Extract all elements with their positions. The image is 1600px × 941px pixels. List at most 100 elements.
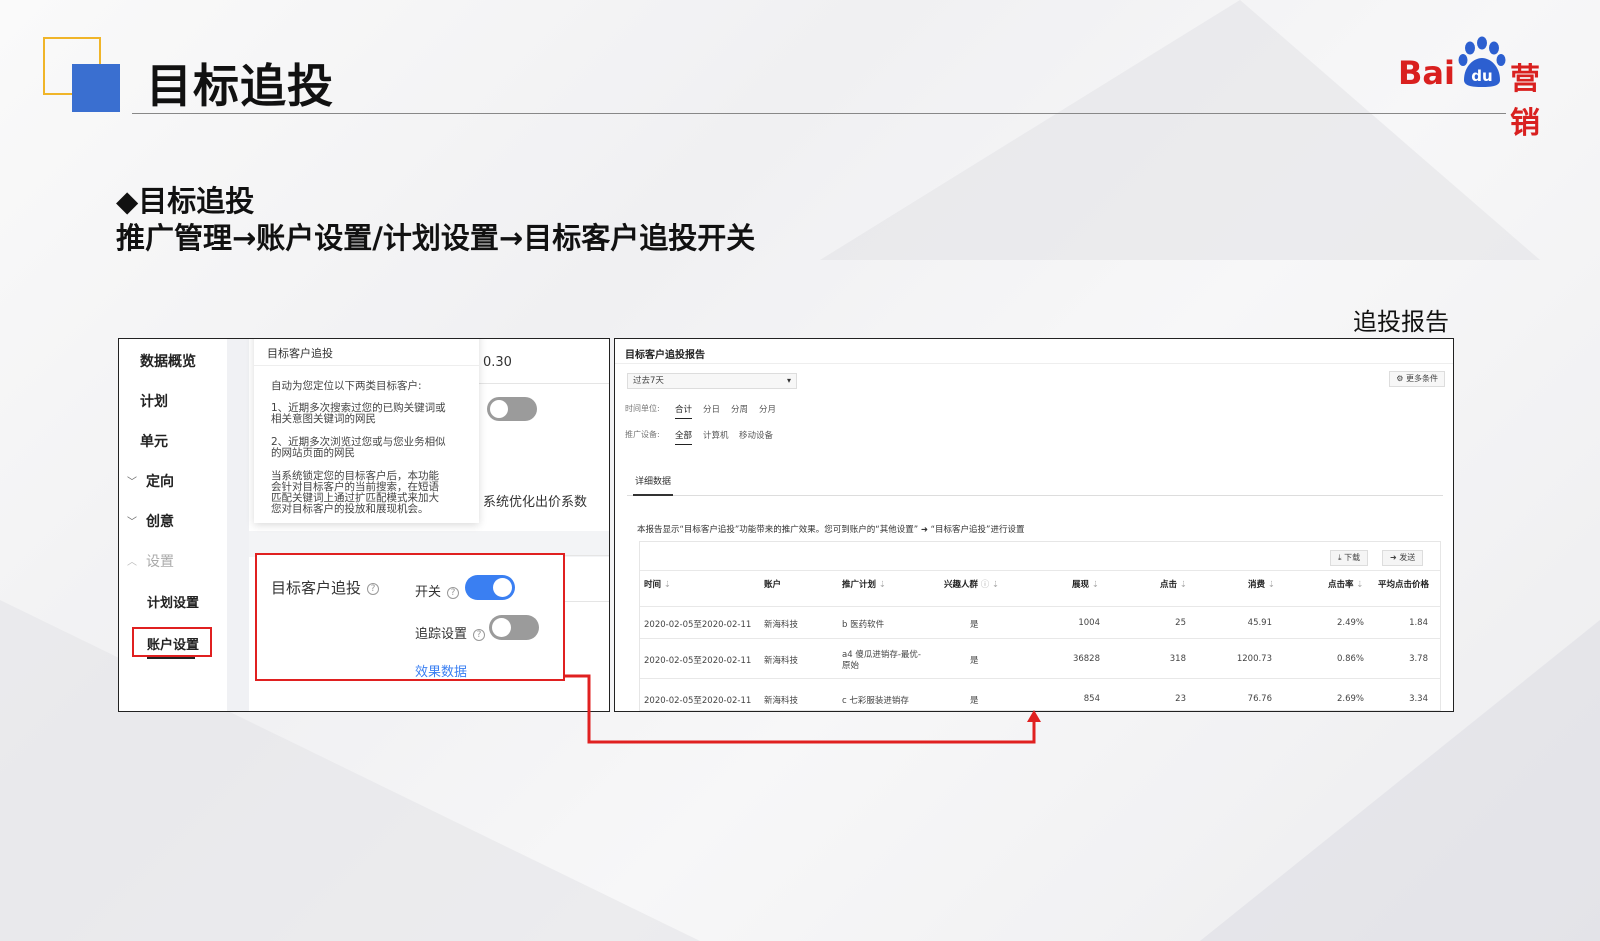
tooltip-intro: 自动为您定位以下两类目标客户: [271, 380, 422, 392]
cell-cost: 45.91 [1247, 618, 1272, 628]
cell-cpc: 1.84 [1409, 618, 1428, 628]
col-header-clicks-label: 点击 [1160, 580, 1178, 590]
cell-time: 2020-02-05至2020-02-11 [644, 620, 752, 630]
sort-icon[interactable]: ⇣ [661, 580, 671, 590]
sort-icon[interactable]: ⇣ [1177, 580, 1187, 590]
more-conditions-button[interactable]: ⚙ 更多条件 [1389, 371, 1445, 387]
time-unit-total[interactable]: 合计 [675, 403, 693, 419]
sys-coef-label: 系统优化出价系数 [483, 495, 588, 510]
cell-interest: 是 [970, 656, 979, 666]
col-header-cpc: 平均点击价格 [1378, 578, 1429, 590]
tracking-settings-label: 追踪设置? [415, 623, 486, 642]
cell-cost: 1200.73 [1236, 654, 1272, 664]
device-mobile[interactable]: 移动设备 [739, 429, 773, 441]
time-unit-label: 时间单位: [625, 404, 660, 413]
sort-icon[interactable]: ⇣ [876, 580, 886, 590]
tab-active-indicator [633, 494, 673, 496]
cell-account: 新海科技 [764, 620, 799, 630]
bid-value: 0.30 [483, 355, 512, 370]
time-unit-day[interactable]: 分日 [703, 403, 720, 415]
nav-item-creative[interactable]: 创意 [146, 511, 174, 531]
report-title: 目标客户追投报告 [625, 350, 705, 361]
cell-ctr: 2.69% [1336, 694, 1364, 704]
device-all[interactable]: 全部 [675, 429, 693, 445]
table-divider [640, 570, 1440, 571]
cell-clicks: 25 [1175, 618, 1186, 628]
help-icon[interactable]: ? [473, 628, 486, 641]
nav-item-targeting[interactable]: 定向 [146, 471, 174, 491]
switch-label: 开关? [415, 581, 460, 600]
section-path: 推广管理→账户设置/计划设置→目标客户追投开关 [116, 221, 756, 255]
cell-cpc: 3.34 [1409, 694, 1428, 704]
col-header-ctr: 点击率 ⇣ [1328, 578, 1363, 590]
col-header-interest: 兴趣人群 ⓘ ⇣ [944, 578, 999, 590]
cell-time: 2020-02-05至2020-02-11 [644, 696, 752, 706]
title-divider [132, 113, 1506, 114]
cell-interest: 是 [970, 620, 979, 630]
help-sort-icon[interactable]: ⓘ ⇣ [978, 580, 999, 590]
send-button[interactable]: ➜ 发送 [1382, 550, 1424, 566]
baidu-logo: Bai du 营销 [1398, 36, 1568, 141]
help-icon[interactable]: ? [447, 586, 460, 599]
cell-impressions: 1004 [1078, 618, 1100, 628]
device-computer[interactable]: 计算机 [703, 429, 729, 441]
tracking-switch-toggle[interactable] [465, 575, 515, 600]
tooltip-divider [254, 365, 479, 366]
tooltip-item1-b: 相关意图关键词的网民 [271, 413, 376, 425]
tracking-report-screenshot: 目标客户追投报告 过去7天 ⚙ 更多条件 时间单位: 合计 分日 分周 分月 推… [614, 338, 1454, 712]
chevron-down-icon: ﹀ [127, 517, 137, 528]
time-unit-month[interactable]: 分月 [759, 403, 776, 415]
col-header-plan: 推广计划 ⇣ [842, 578, 886, 590]
tracking-settings-text: 追踪设置 [415, 627, 468, 642]
download-button[interactable]: ⤓ 下载 [1330, 550, 1369, 566]
logo-text-yingxiao: 营销 [1510, 62, 1540, 141]
sort-icon[interactable]: ⇣ [1354, 580, 1363, 590]
table-divider [640, 606, 1440, 607]
divider [469, 383, 609, 384]
title-deco-square [72, 64, 120, 112]
target-tracking-tooltip: 目标客户追投 自动为您定位以下两类目标客户: 1、近期多次搜索过您的已购关键词或… [254, 339, 479, 523]
nav-item-settings[interactable]: 设置 [146, 551, 174, 571]
cell-ctr: 0.86% [1336, 654, 1364, 664]
chevron-up-icon: ︿ [127, 557, 137, 568]
nav-item-unit[interactable]: 单元 [140, 431, 168, 451]
page-title: 目标追投 [146, 59, 334, 113]
nav-item-overview[interactable]: 数据概览 [140, 351, 196, 371]
divider [615, 363, 1453, 364]
switch-label-text: 开关 [415, 585, 442, 600]
cell-account: 新海科技 [764, 656, 799, 666]
nav-item-plan[interactable]: 计划 [140, 391, 168, 411]
switch-box-title-text: 目标客户追投 [271, 579, 362, 597]
table-row-divider [640, 678, 1440, 679]
date-range-select[interactable]: 过去7天 [627, 373, 797, 389]
logo-text-bai: Bai [1398, 54, 1455, 92]
background-toggle[interactable] [487, 397, 537, 421]
col-header-time-label: 时间 [644, 580, 662, 590]
nav-item-plan-settings[interactable]: 计划设置 [147, 592, 199, 611]
sort-icon[interactable]: ⇣ [1265, 580, 1275, 590]
account-settings-screenshot: 数据概览 计划 单元 ﹀ 定向 ﹀ 创意 ︿ 设置 计划设置 账户设置 0.30… [118, 338, 610, 712]
tracking-settings-toggle[interactable] [489, 615, 539, 640]
account-settings-highlight [132, 627, 212, 657]
effect-data-link[interactable]: 效果数据 [415, 661, 467, 680]
cell-account: 新海科技 [764, 696, 799, 706]
col-header-interest-label: 兴趣人群 [944, 580, 979, 590]
chevron-down-icon: ﹀ [127, 477, 137, 488]
help-icon[interactable]: ? [367, 582, 380, 595]
tab-detail-data[interactable]: 详细数据 [635, 474, 671, 487]
cell-clicks: 23 [1175, 694, 1186, 704]
tooltip-title: 目标客户追投 [267, 347, 333, 360]
report-note: 本报告显示“目标客户追投”功能带来的推广效果。您可到账户的“其他设置” ➜ “目… [637, 525, 1025, 535]
cell-ctr: 2.49% [1336, 618, 1364, 628]
tooltip-desc-d: 您对目标客户的投放和展现机会。 [271, 503, 429, 515]
cell-cost: 76.76 [1247, 694, 1272, 704]
tab-divider [627, 495, 1443, 496]
report-label: 追投报告 [1353, 308, 1449, 336]
sort-icon[interactable]: ⇣ [1089, 580, 1099, 590]
col-header-cost-label: 消费 [1248, 580, 1266, 590]
active-underline [147, 657, 195, 659]
cell-plan: b 医药软件 [842, 620, 885, 630]
logo-text-du: du [1471, 67, 1492, 85]
time-unit-week[interactable]: 分周 [731, 403, 748, 415]
col-header-ctr-label: 点击率 [1328, 580, 1354, 590]
